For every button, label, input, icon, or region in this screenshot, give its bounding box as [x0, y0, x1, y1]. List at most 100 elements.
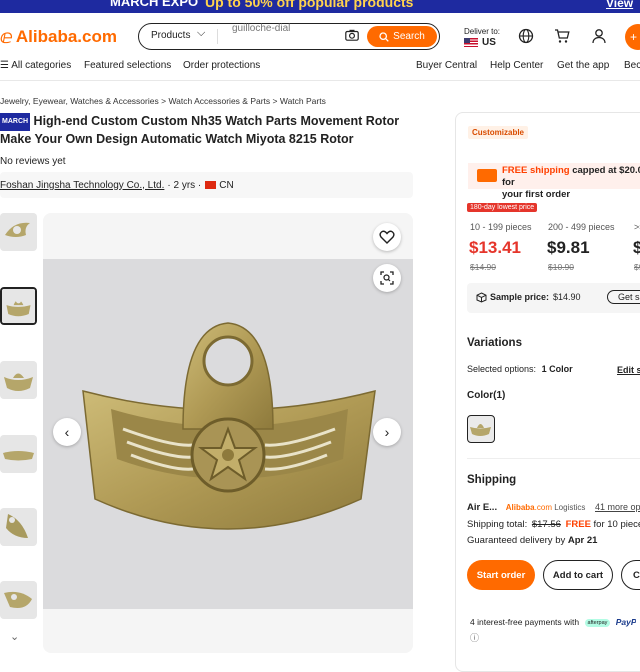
thumbnail-image [0, 581, 37, 619]
thumbnail-image [0, 213, 37, 251]
shipping-qty: for 10 pieces [593, 519, 640, 530]
breadcrumb-item[interactable]: Watch Parts [280, 96, 326, 106]
reviews-summary: No reviews yet [0, 156, 66, 167]
supplier-name-link[interactable]: Foshan Jingsha Technology Co., Ltd. [0, 180, 164, 191]
thumbnail-selected[interactable] [0, 287, 37, 325]
box-icon [476, 292, 487, 303]
search-input[interactable]: guilloche-dial [232, 23, 290, 34]
nav-become-supplier[interactable]: Become a supplier [624, 60, 640, 71]
tier-qty: 200 - 499 pieces [548, 222, 615, 232]
product-photo [43, 259, 413, 609]
get-samples-button[interactable]: Get samples [607, 290, 640, 304]
tier-price: $13.41 [469, 238, 521, 257]
nav-get-the-app[interactable]: Get the app [557, 60, 609, 71]
delivery-label: Guaranteed delivery by [467, 535, 566, 546]
search-divider [217, 29, 218, 44]
chevron-down-icon: ⌵ [197, 27, 206, 39]
shipping-method: Air E... [467, 502, 498, 513]
promo-banner[interactable]: MARCH EXPO Up to 50% off popular product… [0, 0, 640, 13]
user-icon[interactable] [591, 28, 607, 44]
favorite-button[interactable] [373, 223, 401, 251]
logo-text: Alibaba.com [15, 27, 117, 46]
shipping-total: Shipping total: $17.56 FREE for 10 piece… [467, 519, 640, 530]
thumbnail-image [2, 289, 35, 323]
thumbnail[interactable] [0, 213, 37, 251]
more-options-link[interactable]: 41 more options [595, 502, 640, 512]
selected-options-value: 1 Color [541, 364, 573, 374]
search-category-select[interactable]: Products [151, 30, 190, 41]
alibaba-logo[interactable]: ⅇ Alibaba.com [0, 26, 117, 48]
tier-original-price: $14.90 [470, 262, 496, 272]
color-swatch-selected[interactable] [467, 415, 495, 443]
visual-search-button[interactable] [373, 264, 401, 292]
search-bar: Products ⌵ guilloche-dial Search [138, 23, 440, 50]
thumbnail[interactable] [0, 435, 37, 473]
thumbnail[interactable] [0, 361, 37, 399]
nav-buyer-central[interactable]: Buyer Central [416, 60, 477, 71]
product-title: MARCH High-end Custom Custom Nh35 Watch … [0, 113, 420, 147]
breadcrumb: Jewelry, Eyewear, Watches & Accessories … [0, 96, 326, 106]
thumbnail-image [0, 435, 37, 473]
shipping-method-row: Air E... Alibaba.com Logistics [467, 502, 585, 513]
promo-view-link[interactable]: View [606, 0, 633, 10]
free-shipping-banner: FREE shipping capped at $20.00 for your … [468, 163, 640, 200]
edit-selections-link[interactable]: Edit selections [617, 365, 640, 375]
chevron-right-icon: › [384, 424, 390, 440]
thumbnail-image [0, 508, 37, 546]
shipping-title: Shipping [467, 474, 517, 486]
selected-options: Selected options: 1 Color [467, 364, 573, 374]
sample-price-value: $14.90 [553, 292, 581, 302]
free-shipping-label: FREE shipping [502, 165, 570, 176]
plus-icon: + [630, 30, 638, 44]
search-button[interactable]: Search [367, 26, 437, 47]
us-flag-icon [464, 38, 478, 47]
delivery-guarantee: Guaranteed delivery by Apr 21 [467, 535, 597, 546]
chevron-left-icon: ‹ [64, 424, 70, 440]
heart-icon [379, 230, 395, 244]
tier-qty: >= 500 pieces [634, 222, 640, 232]
nav-help-center[interactable]: Help Center [490, 60, 543, 71]
deliver-to-label: Deliver to: [464, 27, 501, 36]
chevron-down-icon[interactable]: ⌄ [10, 630, 19, 643]
thumbnail[interactable] [0, 508, 37, 546]
sign-up-button[interactable]: + [625, 24, 640, 50]
alibaba-logo-icon: ⅇ [0, 26, 13, 48]
prev-image-button[interactable]: ‹ [53, 418, 81, 446]
payment-installments: 4 interest-free payments with afterpay P… [470, 617, 636, 627]
free-shipping-text: FREE shipping capped at $20.00 for your … [502, 165, 640, 201]
product-title-text: High-end Custom Custom Nh35 Watch Parts … [0, 114, 400, 146]
info-icon[interactable]: ⓘ [470, 631, 479, 644]
breadcrumb-separator: > [272, 96, 280, 106]
nav-order-protections[interactable]: Order protections [183, 60, 260, 71]
tier-price: $8.91 [633, 238, 640, 257]
supplier-country: CN [219, 179, 234, 191]
supplier-bar: Foshan Jingsha Technology Co., Ltd. · 2 … [0, 172, 413, 198]
deliver-country: US [464, 37, 500, 48]
swatch-image [470, 424, 491, 436]
camera-icon[interactable] [345, 29, 359, 41]
truck-icon [477, 169, 497, 182]
start-order-button[interactable]: Start order [467, 560, 535, 590]
next-image-button[interactable]: › [373, 418, 401, 446]
breadcrumb-item[interactable]: Jewelry, Eyewear, Watches & Accessories [0, 96, 159, 106]
free-shipping-note: your first order [502, 189, 571, 200]
add-to-cart-button[interactable]: Add to cart [543, 560, 613, 590]
thumbnail[interactable] [0, 581, 37, 619]
breadcrumb-item[interactable]: Watch Accessories & Parts [168, 96, 270, 106]
supplier-years: · 2 yrs · [167, 179, 202, 191]
delivery-date: Apr 21 [567, 535, 598, 546]
cart-icon[interactable] [554, 28, 570, 44]
search-button-label: Search [393, 31, 425, 42]
section-divider [467, 458, 640, 459]
cn-flag-icon [205, 181, 217, 189]
globe-icon[interactable] [518, 28, 534, 44]
tier-original-price: $9.90 [634, 262, 640, 272]
sample-price-label: Sample price: [490, 292, 550, 302]
promo-title: MARCH EXPO [110, 0, 199, 9]
nav-featured-selections[interactable]: Featured selections [84, 60, 171, 71]
deliver-to[interactable]: Deliver to: US [464, 26, 500, 48]
selected-options-label: Selected options: [467, 364, 537, 374]
thumbnail-image [0, 361, 37, 399]
logistics-brand: Alibaba [505, 503, 535, 512]
nav-all-categories[interactable]: ☰ All categories [0, 60, 71, 71]
